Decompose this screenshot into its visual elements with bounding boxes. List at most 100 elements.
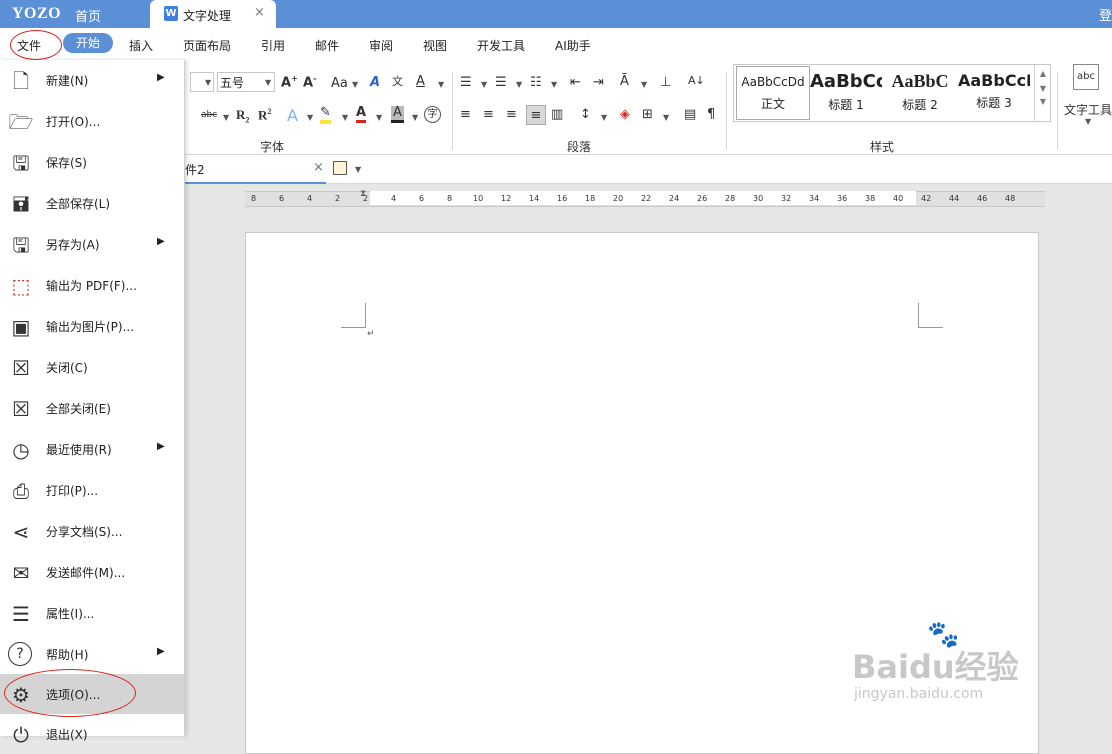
scroll-down-icon[interactable]: ▼: [1035, 84, 1051, 93]
file-menu-item[interactable]: ☰ 属性(I)...: [0, 593, 184, 633]
numbered-list-icon[interactable]: ☰: [495, 75, 507, 90]
font-name-combo[interactable]: ▼: [190, 72, 214, 92]
paragraph-settings-icon[interactable]: ▤: [684, 107, 696, 122]
menu-review[interactable]: 审阅: [369, 37, 393, 54]
file-menu-item[interactable]: 🖬 全部保存(L): [0, 183, 184, 223]
chevron-down-icon: ▼: [223, 113, 230, 122]
expand-gallery-icon[interactable]: ▼: [1035, 97, 1051, 106]
ruler-tick-label: 8: [251, 194, 257, 203]
document-tab[interactable]: W 文字处理 ×: [150, 0, 276, 28]
watermark-brand: Baidu经验: [852, 648, 1019, 686]
mail-icon: ✉: [12, 561, 30, 585]
file-menu-item[interactable]: ⋖ 分享文档(S)...: [0, 511, 184, 551]
home-tab[interactable]: 首页: [75, 6, 101, 25]
char-border-icon[interactable]: A: [416, 74, 425, 89]
file-menu-item[interactable]: ? 帮助(H) ▶: [0, 634, 184, 674]
grow-font-icon[interactable]: A+: [281, 74, 298, 90]
pinyin-guide-icon[interactable]: 文: [392, 73, 403, 89]
file-menu-item-label: 打印(P)...: [46, 484, 99, 498]
styles-scrollbar[interactable]: ▲ ▼ ▼: [1034, 65, 1051, 121]
change-case-icon[interactable]: Aa: [331, 76, 348, 91]
properties-list-icon: ☰: [12, 602, 30, 626]
exit-icon: ⏻: [13, 723, 29, 747]
file-menu-item[interactable]: 🗁 打开(O)...: [0, 101, 184, 141]
menu-ai-assistant[interactable]: AI助手: [555, 37, 591, 54]
file-menu-item[interactable]: 🗋 新建(N) ▶: [0, 60, 184, 100]
menu-developer[interactable]: 开发工具: [477, 37, 525, 54]
yozo-logo: YOZO: [12, 5, 62, 22]
file-menu-item[interactable]: 🖫 另存为(A) ▶: [0, 224, 184, 264]
char-shading-icon[interactable]: A: [391, 106, 404, 123]
printer-icon: ⎙: [13, 479, 29, 503]
save-icon: 🖫: [12, 151, 30, 175]
menu-layout[interactable]: 页面布局: [183, 37, 231, 54]
close-all-icon: ☒: [12, 397, 30, 421]
file-menu-item[interactable]: ⬚ 输出为 PDF(F)...: [0, 265, 184, 305]
style-normal[interactable]: AaBbCcDd 正文: [736, 66, 810, 120]
new-doc-icon[interactable]: [333, 161, 347, 175]
char-scale-icon[interactable]: Ā: [620, 74, 629, 89]
close-icon[interactable]: ×: [313, 160, 324, 175]
file-menu-item[interactable]: ☒ 关闭(C): [0, 347, 184, 387]
style-heading-1[interactable]: AaBbCc 标题 1: [810, 65, 882, 121]
vertical-align-icon[interactable]: ⊥: [660, 75, 671, 90]
login-button[interactable]: 登: [1099, 5, 1112, 24]
menu-insert[interactable]: 插入: [129, 37, 153, 54]
text-effect-icon[interactable]: A: [287, 106, 298, 125]
file-menu-item[interactable]: ▣ 输出为图片(P)...: [0, 306, 184, 346]
increase-indent-icon[interactable]: ⇥: [593, 75, 604, 90]
text-tool-label[interactable]: 文字工具: [1064, 101, 1112, 118]
subscript-icon[interactable]: R2: [236, 107, 249, 125]
ruler-tick-label: 24: [669, 194, 680, 203]
menu-mail[interactable]: 邮件: [315, 37, 339, 54]
align-left-icon[interactable]: ≡: [460, 107, 471, 122]
group-label-font: 字体: [260, 140, 285, 154]
file-menu-item[interactable]: ⏻ 退出(X): [0, 714, 184, 754]
justify-icon[interactable]: ≡: [526, 105, 546, 125]
file-menu-item[interactable]: ✉ 发送邮件(M)...: [0, 552, 184, 592]
indent-marker-icon[interactable]: ⧗: [360, 189, 366, 199]
sort-icon[interactable]: A↓: [688, 74, 705, 87]
font-size-combo[interactable]: 五号 ▼: [217, 72, 275, 92]
style-preview: AaBbCc: [810, 71, 882, 92]
file-menu-item[interactable]: ☒ 全部关闭(E): [0, 388, 184, 428]
line-spacing-icon[interactable]: ↕: [580, 107, 591, 122]
file-menu-item[interactable]: 🖫 保存(S): [0, 142, 184, 182]
scroll-up-icon[interactable]: ▲: [1035, 69, 1051, 78]
multilevel-list-icon[interactable]: ☷: [530, 75, 542, 90]
superscript-icon[interactable]: R2: [258, 107, 271, 123]
ruler-tick-label: 4: [391, 194, 397, 203]
ruler-tick-label: 44: [949, 194, 960, 203]
text-tool-icon[interactable]: abc: [1073, 64, 1099, 90]
style-heading-2[interactable]: AaBbC 标题 2: [884, 65, 956, 121]
border-icon[interactable]: ⊞: [642, 107, 653, 122]
clear-format-icon[interactable]: A: [370, 75, 380, 90]
menu-reference[interactable]: 引用: [261, 37, 285, 54]
shading-icon[interactable]: ◈: [620, 107, 630, 122]
enclose-char-icon[interactable]: 字: [424, 106, 441, 123]
menu-start[interactable]: 开始: [63, 33, 113, 53]
font-color-icon[interactable]: A: [356, 106, 367, 123]
close-icon[interactable]: ×: [254, 5, 265, 20]
ruler-tick-label: 6: [279, 194, 285, 203]
ruler-tick-label: 12: [501, 194, 512, 203]
align-center-icon[interactable]: ≡: [483, 107, 494, 122]
highlight-icon[interactable]: ✎: [320, 106, 331, 124]
decrease-indent-icon[interactable]: ⇤: [570, 75, 581, 90]
bullet-list-icon[interactable]: ☰: [460, 75, 472, 90]
document-tab-2[interactable]: 件2 ×: [183, 155, 326, 184]
file-menu-item-label: 输出为图片(P)...: [46, 320, 135, 334]
file-menu-item[interactable]: ◷ 最近使用(R) ▶: [0, 429, 184, 469]
shrink-font-icon[interactable]: A-: [303, 74, 316, 90]
menu-view[interactable]: 视图: [423, 37, 447, 54]
distribute-icon[interactable]: ▥: [551, 107, 563, 122]
chevron-down-icon: ▼: [412, 113, 419, 122]
file-menu-item-label: 分享文档(S)...: [46, 525, 123, 539]
file-menu-item-label: 输出为 PDF(F)...: [46, 279, 137, 293]
style-heading-3[interactable]: AaBbCcD 标题 3: [958, 65, 1030, 121]
align-right-icon[interactable]: ≡: [506, 107, 517, 122]
show-marks-icon[interactable]: ¶: [707, 107, 715, 122]
strikethrough-icon[interactable]: abc: [201, 110, 217, 120]
chevron-down-icon: ▼: [516, 80, 523, 89]
file-menu-item[interactable]: ⎙ 打印(P)...: [0, 470, 184, 510]
